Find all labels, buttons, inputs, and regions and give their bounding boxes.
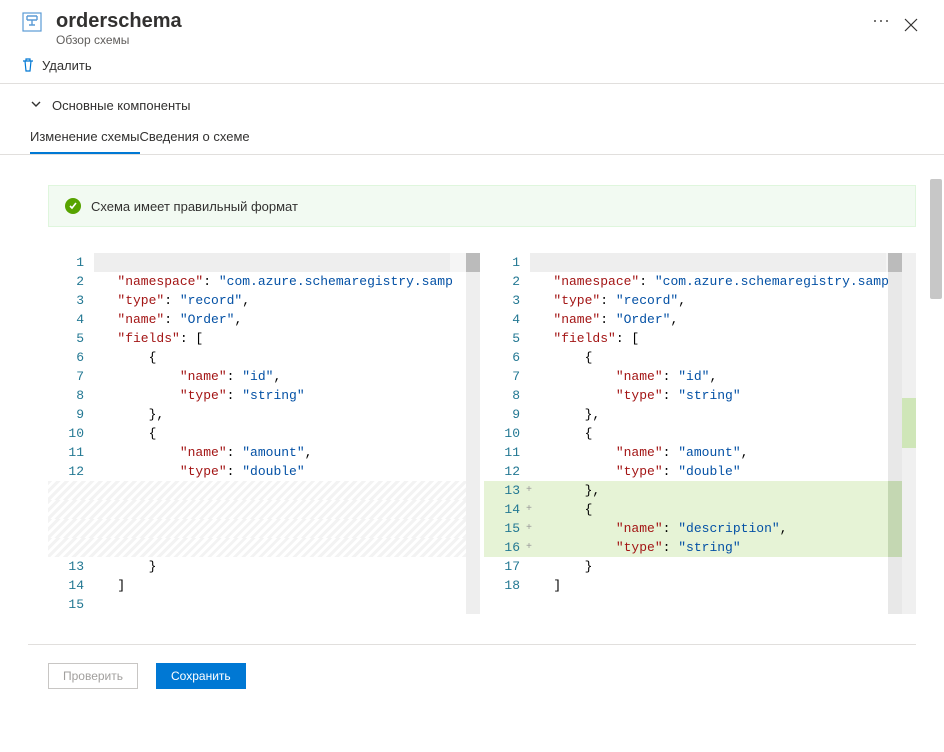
panel-body-scroll[interactable]: Основные компоненты Изменение схемы Свед… bbox=[0, 84, 944, 752]
validation-text: Схема имеет правильный формат bbox=[91, 199, 298, 214]
panel-vertical-scrollbar[interactable] bbox=[928, 179, 944, 752]
diff-left-editor[interactable]: 1{ 2 "namespace": "com.azure.schemaregis… bbox=[48, 253, 480, 614]
trash-icon bbox=[20, 57, 36, 73]
left-scrollbar[interactable] bbox=[466, 253, 480, 614]
close-button[interactable] bbox=[898, 10, 924, 43]
section-toggle[interactable]: Основные компоненты bbox=[0, 84, 944, 121]
editor-content: Схема имеет правильный формат 1{ 2 "name… bbox=[0, 155, 944, 614]
chevron-down-icon bbox=[30, 98, 42, 113]
schema-icon bbox=[20, 10, 44, 34]
validation-status: Схема имеет правильный формат bbox=[48, 185, 916, 227]
command-bar: Удалить bbox=[0, 51, 944, 84]
more-menu-button[interactable]: ··· bbox=[864, 10, 898, 31]
footer-actions: Проверить Сохранить bbox=[0, 645, 944, 707]
right-scrollbar[interactable] bbox=[888, 253, 902, 614]
save-button[interactable]: Сохранить bbox=[156, 663, 246, 689]
panel-header: orderschema Обзор схемы ··· bbox=[0, 0, 944, 51]
diff-editor: 1{ 2 "namespace": "com.azure.schemaregis… bbox=[48, 253, 916, 614]
tab-schema-info[interactable]: Сведения о схеме bbox=[140, 121, 250, 154]
validate-button[interactable]: Проверить bbox=[48, 663, 138, 689]
panel-subtitle: Обзор схемы bbox=[56, 33, 864, 47]
tab-bar: Изменение схемы Сведения о схеме bbox=[0, 121, 944, 155]
section-title: Основные компоненты bbox=[52, 98, 190, 113]
schema-panel: orderschema Обзор схемы ··· Удалить Осно… bbox=[0, 0, 944, 752]
delete-label: Удалить bbox=[42, 58, 92, 73]
diff-right-editor[interactable]: 1{ 2 "namespace": "com.azure.schemaregis… bbox=[484, 253, 916, 614]
panel-title: orderschema bbox=[56, 10, 864, 33]
overview-ruler[interactable] bbox=[902, 253, 916, 614]
delete-button[interactable]: Удалить bbox=[20, 57, 92, 73]
tab-edit-schema[interactable]: Изменение схемы bbox=[30, 121, 140, 154]
check-circle-icon bbox=[65, 198, 81, 214]
